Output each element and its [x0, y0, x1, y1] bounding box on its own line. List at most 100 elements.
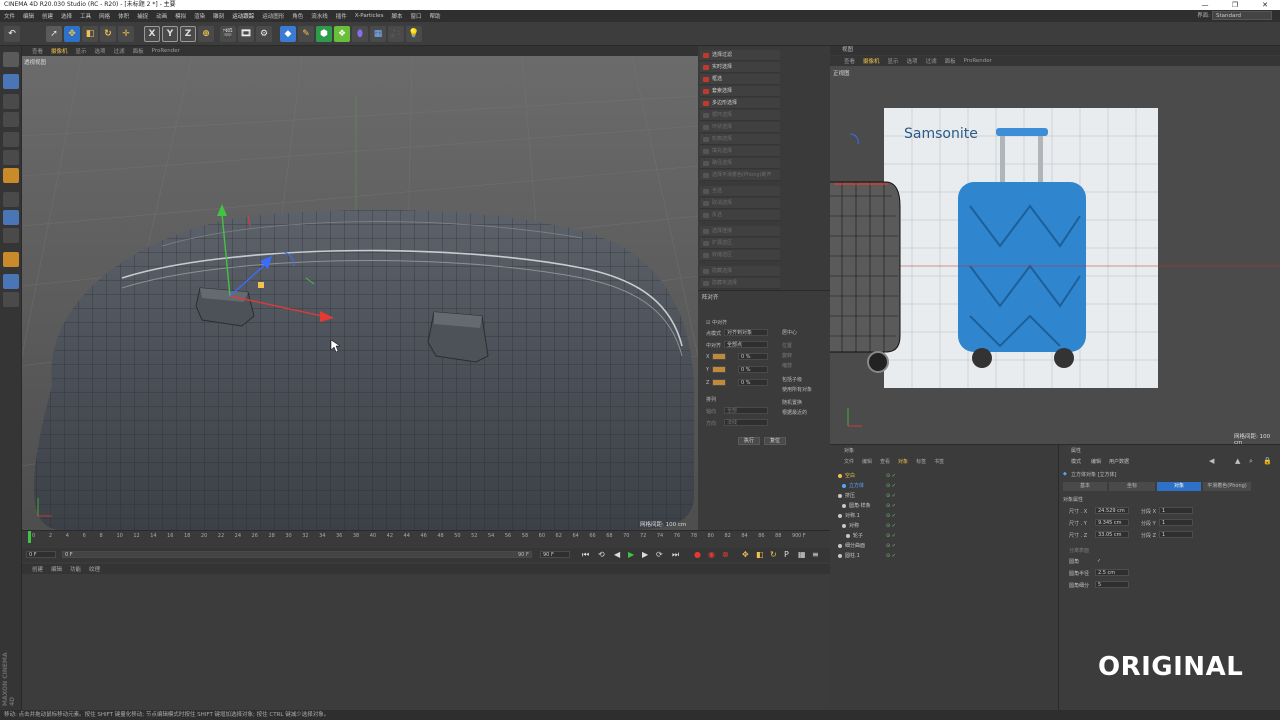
y-axis-lock-button[interactable]: Y [162, 26, 178, 42]
maximize-button[interactable]: ❐ [1220, 0, 1250, 10]
align-random-check[interactable]: 随机置换 [782, 399, 802, 406]
cmd-selection-filter[interactable]: 选择过滤 [700, 50, 780, 61]
rv-menu-panel[interactable]: 面板 [945, 57, 956, 65]
cmd-live-selection[interactable]: 实时选择 [700, 62, 780, 73]
menu-file[interactable]: 文件 [4, 12, 15, 20]
cmd-ring-selection[interactable]: 环状选择 [700, 122, 780, 133]
menu-character[interactable]: 角色 [292, 12, 303, 20]
seg-z-field[interactable]: 1 [1159, 531, 1193, 538]
timeline-ruler[interactable]: 0 2 4 6 8 10 12 14 16 18 20 22 24 26 28 30 32 34 36 38 40 42 4… [22, 530, 830, 548]
subdivision-surface-icon[interactable]: ⬢ [316, 26, 332, 42]
cmd-shrink-selection[interactable]: 收缩选区 [700, 250, 780, 261]
obj-menu-tags[interactable]: 标签 [916, 458, 926, 465]
coordinate-system-icon[interactable]: ⊕ [198, 26, 214, 42]
object-row[interactable]: 对称 ⊙ ✓ [834, 521, 1054, 531]
align-enable-check[interactable]: ☑ 中对齐 [706, 319, 727, 326]
cmd-fill-selection[interactable]: 填充选择 [700, 146, 780, 157]
seg-x-field[interactable]: 1 [1159, 507, 1193, 514]
obj-menu-bookmarks[interactable]: 书签 [934, 458, 944, 465]
obj-menu-file[interactable]: 文件 [844, 458, 854, 465]
mat-menu-create[interactable]: 创建 [32, 565, 43, 573]
obj-menu-edit[interactable]: 编辑 [862, 458, 872, 465]
texture-mode-icon[interactable] [3, 94, 19, 109]
fillet-subdivision-field[interactable]: 5 [1095, 581, 1129, 588]
rotate-tool-icon[interactable]: ↻ [100, 26, 116, 42]
seg-y-field[interactable]: 1 [1159, 519, 1193, 526]
align-axis-select[interactable]: 全部 [724, 407, 768, 414]
object-row[interactable]: 空白 ⊙ ✓ [834, 471, 1054, 481]
tweak-mode-icon[interactable] [3, 210, 19, 225]
nav-back-icon[interactable]: ◀ [1209, 457, 1214, 465]
play-icon[interactable]: ▶ [628, 550, 634, 559]
visibility-check-icon[interactable]: ⊙ ✓ [886, 503, 896, 509]
visibility-check-icon[interactable]: ⊙ ✓ [886, 483, 896, 489]
attr-tab-basic[interactable]: 基本 [1063, 482, 1107, 491]
handle-block-left[interactable] [195, 287, 255, 327]
z-axis-lock-button[interactable]: Z [180, 26, 196, 42]
cloner-icon[interactable]: ❖ [334, 26, 350, 42]
attr-tab-coord[interactable]: 坐标 [1109, 482, 1155, 491]
align-y-slider[interactable] [712, 366, 726, 373]
size-y-field[interactable]: 9.345 cm [1095, 519, 1129, 526]
end-frame-field[interactable]: 90 F [540, 551, 570, 558]
deformer-icon[interactable]: ⬮ [352, 26, 368, 42]
last-tool-icon[interactable]: ✛ [118, 26, 134, 42]
camera-icon[interactable]: 🎥 [388, 26, 404, 42]
cmd-hide-unselected[interactable]: 隐藏未选择 [700, 278, 780, 289]
undo-icon[interactable]: ↶ [4, 26, 20, 42]
cmd-lasso-selection[interactable]: 套索选择 [700, 86, 780, 97]
object-row[interactable]: 轮子 ⊙ ✓ [834, 531, 1054, 541]
align-use-all-check[interactable]: 使用所有对象 [782, 386, 812, 393]
align-rotation-check[interactable]: 旋转 [782, 352, 792, 359]
lock-icon[interactable]: 🔒 [1263, 457, 1272, 465]
align-snap-check[interactable]: 根据最近的 [782, 409, 807, 416]
auto-key-icon[interactable]: ◉ [708, 550, 715, 559]
enable-axis-icon[interactable] [3, 192, 19, 207]
menu-script[interactable]: 脚本 [391, 12, 402, 20]
menu-simulate[interactable]: 模拟 [175, 12, 186, 20]
object-row[interactable]: 圆角·样条 ⊙ ✓ [834, 501, 1054, 511]
cmd-path-selection[interactable]: 路径选择 [700, 158, 780, 169]
align-x-slider[interactable] [712, 353, 726, 360]
step-forward-icon[interactable]: ⟳ [656, 550, 663, 559]
visibility-check-icon[interactable]: ⊙ ✓ [886, 513, 896, 519]
vp-menu-display[interactable]: 显示 [76, 47, 87, 55]
separate-surfaces-check[interactable]: 分离表面 [1069, 547, 1089, 554]
object-row[interactable]: 立方体 ⊙ ✓ [834, 481, 1054, 491]
menu-create[interactable]: 创建 [42, 12, 53, 20]
menu-volume[interactable]: 体积 [118, 12, 129, 20]
align-scale-check[interactable]: 缩放 [782, 362, 792, 369]
fillet-checkbox[interactable]: ✓ [1097, 558, 1101, 564]
object-row[interactable]: 对称.1 ⊙ ✓ [834, 511, 1054, 521]
cmd-phong-break-selection[interactable]: 选择平滑着色(Phong)断开 [700, 170, 780, 181]
mat-menu-edit[interactable]: 编辑 [51, 565, 62, 573]
rv-menu-camera[interactable]: 摄像机 [863, 57, 880, 65]
cmd-rectangle-selection[interactable]: 框选 [700, 74, 780, 85]
align-apply-button[interactable]: 执行 [738, 437, 760, 445]
key-rotation-icon[interactable]: ↻ [770, 550, 777, 559]
edges-mode-icon[interactable] [3, 150, 19, 165]
vp-menu-panel[interactable]: 面板 [133, 47, 144, 55]
select-arrow-icon[interactable]: ➚ [46, 26, 62, 42]
go-to-start-icon[interactable]: ⏮ [582, 550, 589, 560]
rv-menu-display[interactable]: 显示 [888, 57, 899, 65]
cmd-polygon-selection[interactable]: 多边形选择 [700, 98, 780, 109]
suitcase-mesh[interactable] [33, 209, 695, 530]
rv-menu-filter[interactable]: 过滤 [926, 57, 937, 65]
cmd-outline-selection[interactable]: 轮廓选择 [700, 134, 780, 145]
vp-menu-camera[interactable]: 摄像机 [51, 47, 68, 55]
menu-sculpt[interactable]: 雕刻 [213, 12, 224, 20]
current-frame-field[interactable]: 0 F [26, 551, 56, 558]
search-icon[interactable]: ⌕ [1249, 457, 1253, 466]
object-row[interactable]: 细分曲面 ⊙ ✓ [834, 541, 1054, 551]
model-mode-icon[interactable] [3, 74, 19, 89]
menu-animate[interactable]: 动画 [156, 12, 167, 20]
light-icon[interactable]: 💡 [406, 26, 422, 42]
scale-tool-icon[interactable]: ◧ [82, 26, 98, 42]
go-to-end-icon[interactable]: ⏭ [672, 550, 679, 560]
menu-render[interactable]: 渲染 [194, 12, 205, 20]
cmd-deselect-all[interactable]: 取消选择 [700, 198, 780, 209]
polygons-mode-icon[interactable] [3, 168, 19, 183]
align-z-field[interactable]: 0 % [738, 379, 768, 386]
size-x-field[interactable]: 24.529 cm [1095, 507, 1129, 514]
